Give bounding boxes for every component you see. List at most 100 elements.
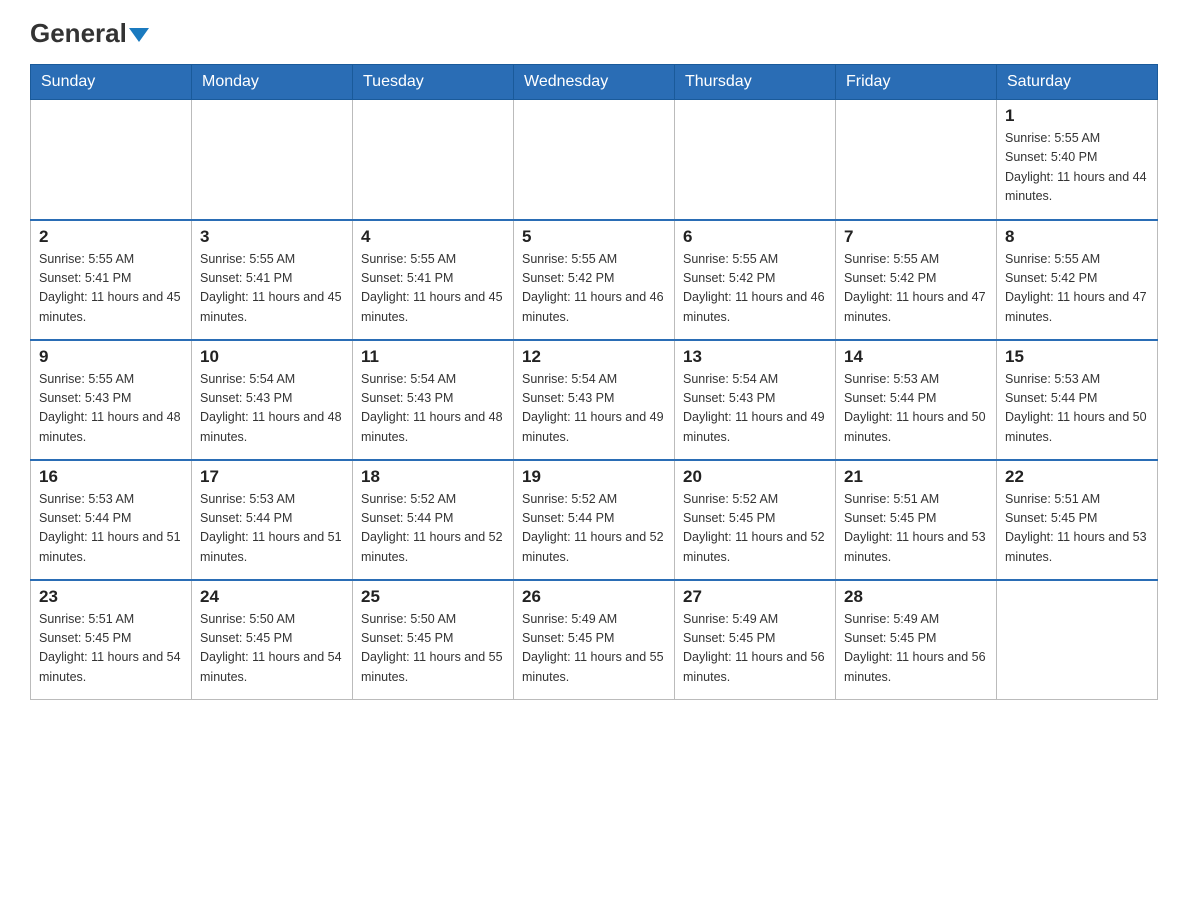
page-header: General [30,20,1158,44]
calendar-week-row: 23 Sunrise: 5:51 AM Sunset: 5:45 PM Dayli… [31,580,1158,700]
day-info: Sunrise: 5:49 AM Sunset: 5:45 PM Dayligh… [844,610,988,688]
day-number: 6 [683,227,827,247]
calendar-table: SundayMondayTuesdayWednesdayThursdayFrid… [30,64,1158,700]
calendar-day-cell: 15 Sunrise: 5:53 AM Sunset: 5:44 PM Dayli… [997,340,1158,460]
calendar-week-row: 9 Sunrise: 5:55 AM Sunset: 5:43 PM Daylig… [31,340,1158,460]
day-number: 2 [39,227,183,247]
day-info: Sunrise: 5:54 AM Sunset: 5:43 PM Dayligh… [683,370,827,448]
calendar-day-cell: 27 Sunrise: 5:49 AM Sunset: 5:45 PM Dayli… [675,580,836,700]
day-info: Sunrise: 5:55 AM Sunset: 5:40 PM Dayligh… [1005,129,1149,207]
day-info: Sunrise: 5:55 AM Sunset: 5:42 PM Dayligh… [683,250,827,328]
day-number: 15 [1005,347,1149,367]
day-number: 3 [200,227,344,247]
calendar-day-cell [836,100,997,220]
calendar-day-cell: 10 Sunrise: 5:54 AM Sunset: 5:43 PM Dayli… [192,340,353,460]
day-number: 7 [844,227,988,247]
calendar-day-cell: 21 Sunrise: 5:51 AM Sunset: 5:45 PM Dayli… [836,460,997,580]
calendar-day-cell: 22 Sunrise: 5:51 AM Sunset: 5:45 PM Dayli… [997,460,1158,580]
day-number: 1 [1005,106,1149,126]
calendar-day-cell [31,100,192,220]
day-info: Sunrise: 5:51 AM Sunset: 5:45 PM Dayligh… [1005,490,1149,568]
calendar-day-cell: 23 Sunrise: 5:51 AM Sunset: 5:45 PM Dayli… [31,580,192,700]
day-info: Sunrise: 5:51 AM Sunset: 5:45 PM Dayligh… [39,610,183,688]
day-number: 8 [1005,227,1149,247]
calendar-day-cell: 28 Sunrise: 5:49 AM Sunset: 5:45 PM Dayli… [836,580,997,700]
day-info: Sunrise: 5:53 AM Sunset: 5:44 PM Dayligh… [844,370,988,448]
day-info: Sunrise: 5:49 AM Sunset: 5:45 PM Dayligh… [522,610,666,688]
day-number: 23 [39,587,183,607]
calendar-day-cell [192,100,353,220]
day-info: Sunrise: 5:54 AM Sunset: 5:43 PM Dayligh… [522,370,666,448]
day-number: 28 [844,587,988,607]
day-number: 12 [522,347,666,367]
calendar-week-row: 16Sunrise: 5:53 AM Sunset: 5:44 PM Dayli… [31,460,1158,580]
day-number: 22 [1005,467,1149,487]
calendar-day-cell [353,100,514,220]
calendar-day-cell: 2 Sunrise: 5:55 AM Sunset: 5:41 PM Daylig… [31,220,192,340]
day-number: 17 [200,467,344,487]
day-info: Sunrise: 5:55 AM Sunset: 5:42 PM Dayligh… [522,250,666,328]
day-info: Sunrise: 5:55 AM Sunset: 5:42 PM Dayligh… [844,250,988,328]
calendar-day-cell [514,100,675,220]
day-number: 11 [361,347,505,367]
calendar-day-cell: 9 Sunrise: 5:55 AM Sunset: 5:43 PM Daylig… [31,340,192,460]
day-number: 21 [844,467,988,487]
day-number: 5 [522,227,666,247]
calendar-day-cell: 1 Sunrise: 5:55 AM Sunset: 5:40 PM Daylig… [997,100,1158,220]
calendar-day-cell: 11 Sunrise: 5:54 AM Sunset: 5:43 PM Dayli… [353,340,514,460]
logo: General [30,20,149,44]
calendar-day-cell: 20Sunrise: 5:52 AM Sunset: 5:45 PM Dayli… [675,460,836,580]
day-number: 4 [361,227,505,247]
calendar-day-cell: 14 Sunrise: 5:53 AM Sunset: 5:44 PM Dayli… [836,340,997,460]
logo-general-text: General [30,20,149,46]
day-info: Sunrise: 5:55 AM Sunset: 5:41 PM Dayligh… [39,250,183,328]
calendar-week-row: 2 Sunrise: 5:55 AM Sunset: 5:41 PM Daylig… [31,220,1158,340]
calendar-day-cell: 7 Sunrise: 5:55 AM Sunset: 5:42 PM Daylig… [836,220,997,340]
logo-arrow-icon [129,28,149,42]
day-number: 27 [683,587,827,607]
calendar-header-friday: Friday [836,65,997,100]
day-info: Sunrise: 5:52 AM Sunset: 5:45 PM Dayligh… [683,490,827,568]
calendar-header-saturday: Saturday [997,65,1158,100]
day-info: Sunrise: 5:53 AM Sunset: 5:44 PM Dayligh… [200,490,344,568]
calendar-day-cell: 24 Sunrise: 5:50 AM Sunset: 5:45 PM Dayli… [192,580,353,700]
calendar-day-cell: 8 Sunrise: 5:55 AM Sunset: 5:42 PM Daylig… [997,220,1158,340]
day-info: Sunrise: 5:49 AM Sunset: 5:45 PM Dayligh… [683,610,827,688]
calendar-day-cell: 3 Sunrise: 5:55 AM Sunset: 5:41 PM Daylig… [192,220,353,340]
calendar-header-thursday: Thursday [675,65,836,100]
day-number: 14 [844,347,988,367]
calendar-header-wednesday: Wednesday [514,65,675,100]
day-info: Sunrise: 5:53 AM Sunset: 5:44 PM Dayligh… [1005,370,1149,448]
day-number: 24 [200,587,344,607]
day-number: 9 [39,347,183,367]
day-info: Sunrise: 5:53 AM Sunset: 5:44 PM Dayligh… [39,490,183,568]
day-info: Sunrise: 5:55 AM Sunset: 5:41 PM Dayligh… [200,250,344,328]
calendar-day-cell: 18Sunrise: 5:52 AM Sunset: 5:44 PM Dayli… [353,460,514,580]
day-info: Sunrise: 5:55 AM Sunset: 5:41 PM Dayligh… [361,250,505,328]
calendar-header-row: SundayMondayTuesdayWednesdayThursdayFrid… [31,65,1158,100]
calendar-day-cell: 4 Sunrise: 5:55 AM Sunset: 5:41 PM Daylig… [353,220,514,340]
day-info: Sunrise: 5:51 AM Sunset: 5:45 PM Dayligh… [844,490,988,568]
day-info: Sunrise: 5:52 AM Sunset: 5:44 PM Dayligh… [522,490,666,568]
day-info: Sunrise: 5:54 AM Sunset: 5:43 PM Dayligh… [200,370,344,448]
calendar-day-cell: 17 Sunrise: 5:53 AM Sunset: 5:44 PM Dayli… [192,460,353,580]
calendar-day-cell [997,580,1158,700]
day-info: Sunrise: 5:50 AM Sunset: 5:45 PM Dayligh… [361,610,505,688]
calendar-day-cell [675,100,836,220]
calendar-header-tuesday: Tuesday [353,65,514,100]
calendar-day-cell: 25Sunrise: 5:50 AM Sunset: 5:45 PM Dayli… [353,580,514,700]
calendar-day-cell: 12 Sunrise: 5:54 AM Sunset: 5:43 PM Dayli… [514,340,675,460]
day-info: Sunrise: 5:55 AM Sunset: 5:42 PM Dayligh… [1005,250,1149,328]
calendar-day-cell: 19 Sunrise: 5:52 AM Sunset: 5:44 PM Dayli… [514,460,675,580]
day-number: 10 [200,347,344,367]
day-number: 19 [522,467,666,487]
day-info: Sunrise: 5:50 AM Sunset: 5:45 PM Dayligh… [200,610,344,688]
calendar-day-cell: 13 Sunrise: 5:54 AM Sunset: 5:43 PM Dayli… [675,340,836,460]
day-number: 13 [683,347,827,367]
day-info: Sunrise: 5:55 AM Sunset: 5:43 PM Dayligh… [39,370,183,448]
day-info: Sunrise: 5:54 AM Sunset: 5:43 PM Dayligh… [361,370,505,448]
day-info: Sunrise: 5:52 AM Sunset: 5:44 PM Dayligh… [361,490,505,568]
calendar-day-cell: 5 Sunrise: 5:55 AM Sunset: 5:42 PM Daylig… [514,220,675,340]
calendar-week-row: 1 Sunrise: 5:55 AM Sunset: 5:40 PM Daylig… [31,100,1158,220]
calendar-header-sunday: Sunday [31,65,192,100]
